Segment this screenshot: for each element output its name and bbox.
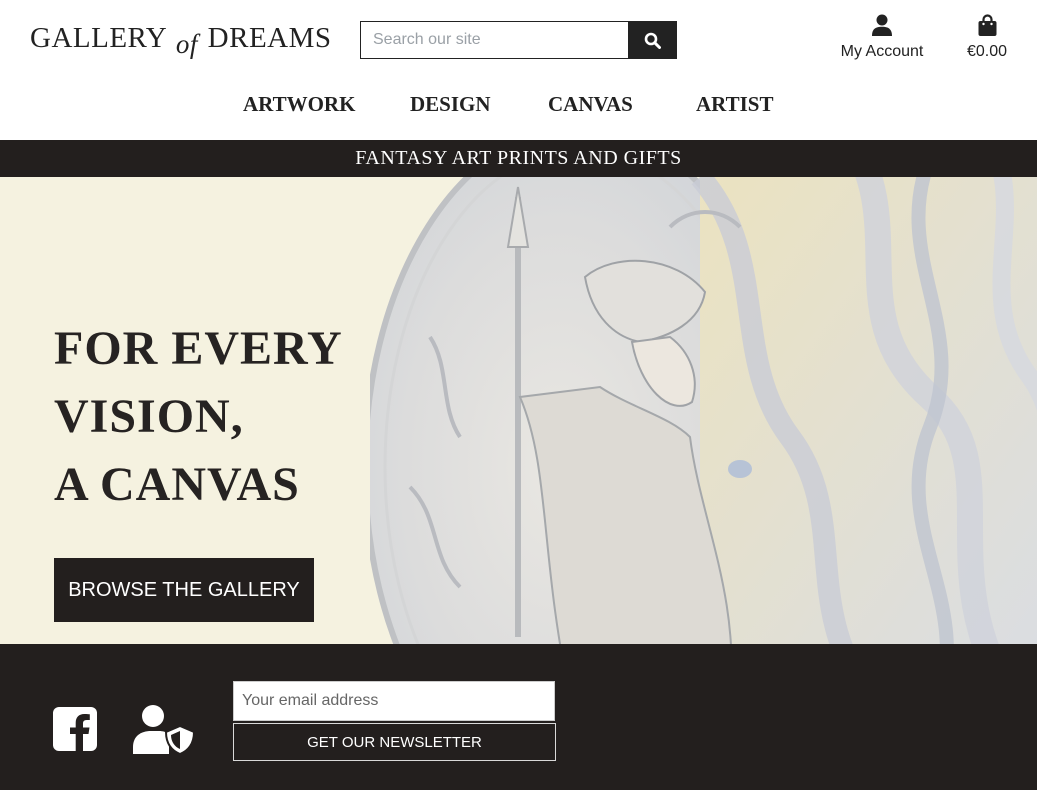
newsletter-email-input[interactable] [233, 681, 555, 721]
my-account-link[interactable]: My Account [836, 14, 928, 61]
bag-total: €0.00 [966, 43, 1008, 60]
site-header: GALLERY of DREAMS My Account [0, 0, 1037, 140]
facebook-link[interactable] [53, 707, 97, 756]
browse-gallery-button[interactable]: BROWSE THE GALLERY [54, 558, 314, 622]
user-icon [872, 14, 892, 36]
search-form [360, 21, 677, 59]
my-account-label: My Account [840, 43, 924, 60]
hero-title-line-1: FOR EVERY [54, 322, 343, 375]
shopping-bag-icon [978, 14, 996, 36]
nav-item-artist[interactable]: ARTIST [696, 92, 773, 117]
hero-artwork-image [370, 177, 1037, 644]
hero-title: FOR EVERY VISION, A CANVAS [54, 315, 343, 519]
logo-text-gallery: GALLERY [30, 22, 167, 54]
site-logo[interactable]: GALLERY of DREAMS [30, 22, 332, 59]
promo-banner: FANTASY ART PRINTS AND GIFTS [0, 140, 1037, 177]
nav-item-design[interactable]: DESIGN [410, 92, 491, 117]
search-button[interactable] [628, 21, 677, 59]
site-footer: GET OUR NEWSLETTER [0, 644, 1037, 790]
nav-item-artwork[interactable]: ARTWORK [243, 92, 355, 117]
privacy-link[interactable] [133, 704, 196, 759]
shopping-bag-link[interactable]: €0.00 [960, 14, 1014, 61]
logo-text-of: of [175, 29, 198, 59]
search-icon [644, 32, 661, 49]
hero-title-line-3: A CANVAS [54, 458, 300, 511]
main-nav: ARTWORK DESIGN CANVAS ARTIST [0, 92, 1037, 122]
nav-item-canvas[interactable]: CANVAS [548, 92, 633, 117]
facebook-icon [53, 707, 97, 751]
newsletter-button[interactable]: GET OUR NEWSLETTER [233, 723, 556, 761]
search-input[interactable] [360, 21, 628, 59]
user-shield-icon [133, 705, 196, 756]
promo-banner-text: FANTASY ART PRINTS AND GIFTS [355, 147, 682, 169]
logo-text-dreams: DREAMS [207, 22, 332, 54]
hero-section: FOR EVERY VISION, A CANVAS BROWSE THE GA… [0, 177, 1037, 644]
hero-title-line-2: VISION, [54, 390, 244, 443]
